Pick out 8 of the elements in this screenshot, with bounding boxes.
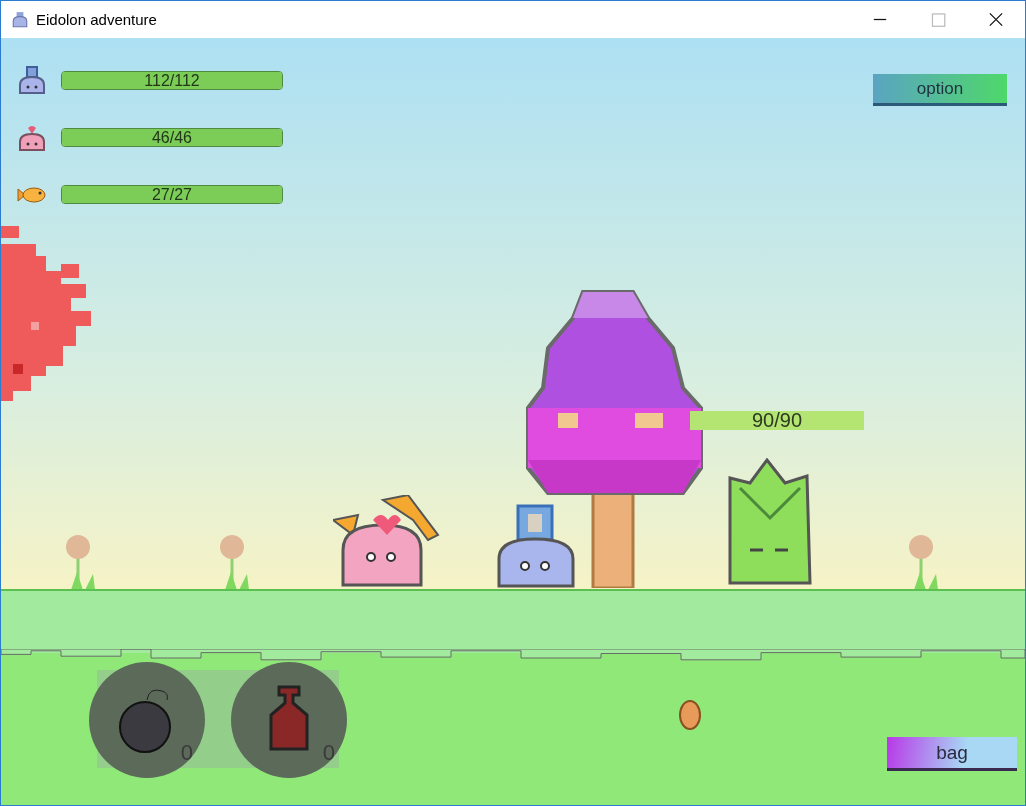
slime-icon [11,10,29,29]
option-button[interactable]: option [873,74,1007,106]
health-reading: 112/112 [143,72,201,89]
bag-button[interactable]: bag [887,737,1017,771]
health-reading: 46/46 [150,129,193,146]
health-reading: 27/27 [150,186,193,203]
window-title: Eidolon adventure [36,11,157,28]
enemy-health-reading: 90/90 [750,411,804,430]
